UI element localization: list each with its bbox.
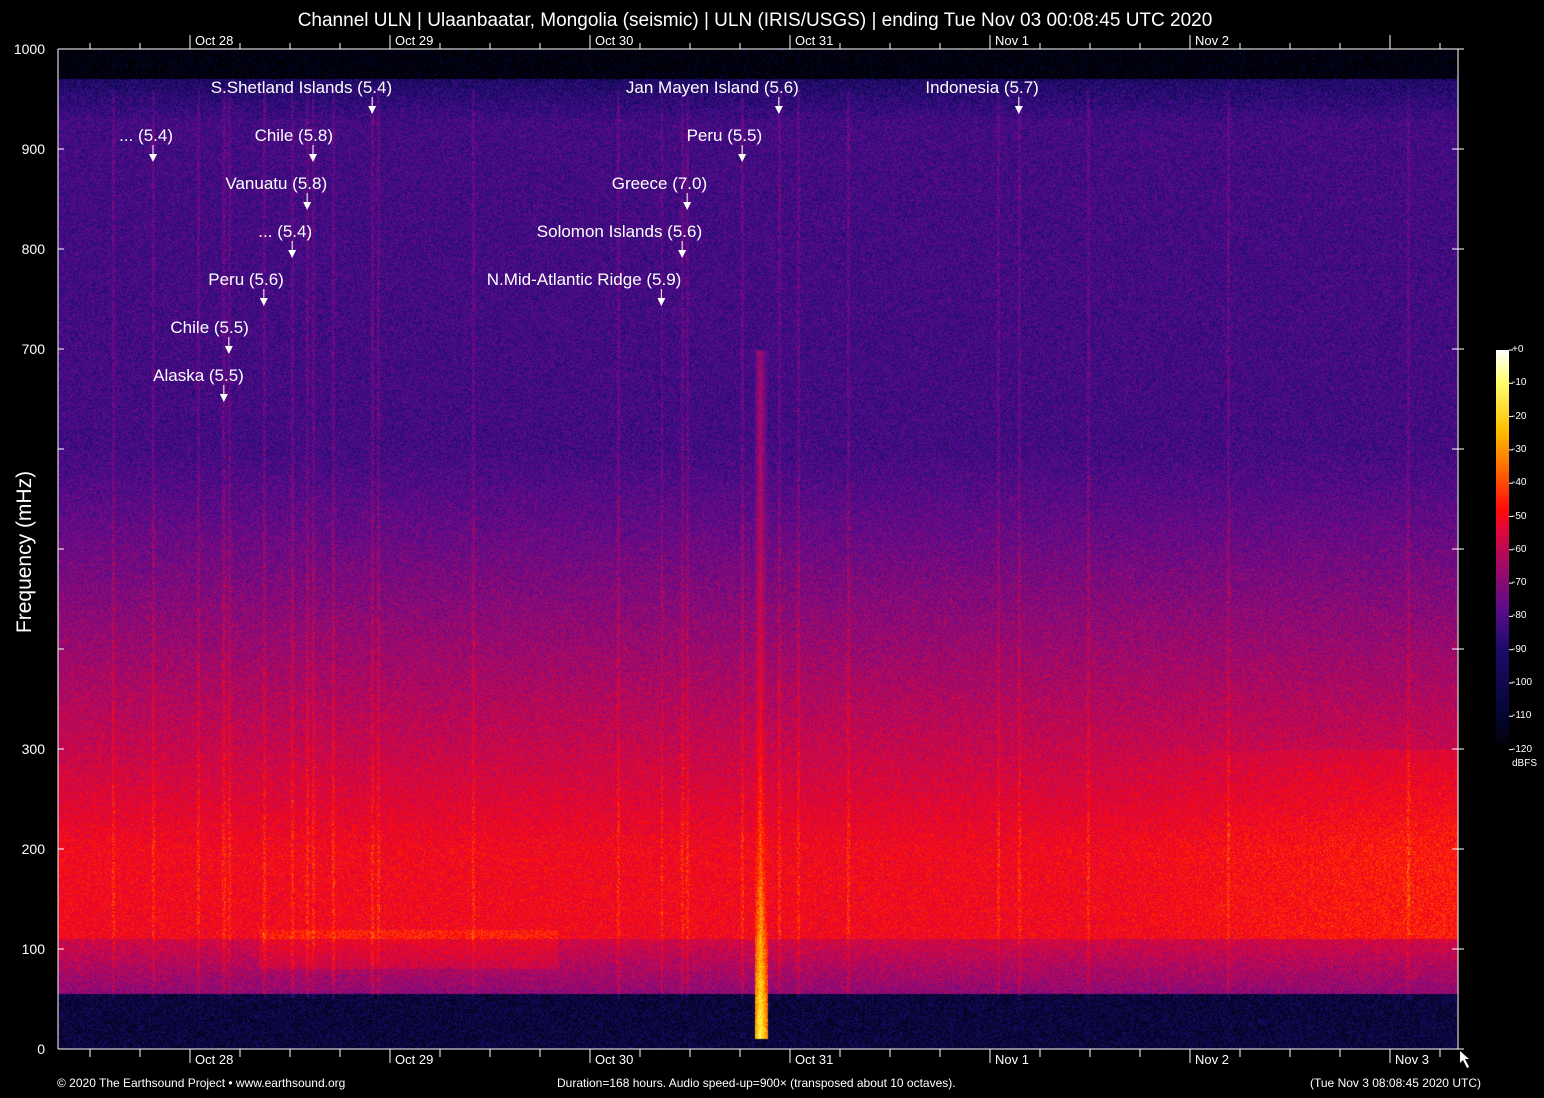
- colorbar-tick-label: -80: [1512, 610, 1526, 621]
- event-arrow-icon: [657, 298, 665, 306]
- copyright: © 2020 The Earthsound Project • www.eart…: [57, 1076, 345, 1090]
- x-tick-label: Oct 29: [395, 1052, 433, 1067]
- event-label: Peru (5.6): [208, 270, 284, 290]
- x-tick-label: Nov 2: [1195, 1052, 1229, 1067]
- y-axis-label: Frequency (mHz): [13, 467, 37, 637]
- y-tick-label: 900: [0, 141, 45, 157]
- event-arrow-icon: [1015, 106, 1023, 114]
- event-arrow-icon: [149, 154, 157, 162]
- colorbar-tick-label: -60: [1512, 544, 1526, 555]
- event-label: ... (5.4): [119, 126, 173, 146]
- colorbar-tick-label: -50: [1512, 511, 1526, 522]
- event-arrow-icon: [260, 298, 268, 306]
- colorbar: [1496, 350, 1509, 750]
- colorbar-tick-label: -40: [1512, 477, 1526, 488]
- x-tick-label: Nov 1: [995, 1052, 1029, 1067]
- mouse-cursor-icon: [1460, 1051, 1469, 1068]
- event-arrow-icon: [368, 106, 376, 114]
- event-label: S.Shetland Islands (5.4): [211, 78, 392, 98]
- y-tick-label: 700: [0, 341, 45, 357]
- x-tick-label-top: Oct 28: [195, 33, 233, 48]
- event-arrow-icon: [288, 250, 296, 258]
- x-tick-label: Nov 3: [1395, 1052, 1429, 1067]
- y-tick-label: 300: [0, 741, 45, 757]
- event-arrow-icon: [775, 106, 783, 114]
- x-tick-label-top: Oct 31: [795, 33, 833, 48]
- event-arrow-icon: [683, 202, 691, 210]
- y-tick-label: 200: [0, 841, 45, 857]
- x-tick-label-top: Nov 1: [995, 33, 1029, 48]
- event-arrow-icon: [220, 394, 228, 402]
- event-label: Solomon Islands (5.6): [537, 222, 702, 242]
- event-arrow-icon: [225, 346, 233, 354]
- x-tick-label: Oct 28: [195, 1052, 233, 1067]
- event-label: Chile (5.8): [255, 126, 333, 146]
- colorbar-tick-label: -120: [1512, 744, 1532, 755]
- event-label: Greece (7.0): [612, 174, 707, 194]
- event-label: Alaska (5.5): [153, 366, 244, 386]
- x-tick-label: Oct 31: [795, 1052, 833, 1067]
- event-label: N.Mid-Atlantic Ridge (5.9): [487, 270, 682, 290]
- event-arrow-icon: [303, 202, 311, 210]
- x-tick-label-top: Oct 29: [395, 33, 433, 48]
- colorbar-tick-label: -20: [1512, 411, 1526, 422]
- y-tick-label: 800: [0, 241, 45, 257]
- axes: [0, 0, 1544, 1098]
- event-arrow-icon: [678, 250, 686, 258]
- duration-info: Duration=168 hours. Audio speed-up=900× …: [557, 1076, 956, 1090]
- event-label: Indonesia (5.7): [925, 78, 1038, 98]
- event-arrow-icon: [738, 154, 746, 162]
- event-label: Vanuatu (5.8): [225, 174, 327, 194]
- end-time: (Tue Nov 3 08:08:45 2020 UTC): [1310, 1076, 1481, 1090]
- colorbar-tick-label: -70: [1512, 577, 1526, 588]
- x-tick-label-top: Nov 2: [1195, 33, 1229, 48]
- event-label: Jan Mayen Island (5.6): [626, 78, 799, 98]
- colorbar-tick-label: -110: [1512, 710, 1531, 721]
- y-tick-label: 0: [0, 1041, 45, 1057]
- event-arrow-icon: [309, 154, 317, 162]
- colorbar-tick-label: -30: [1512, 444, 1526, 455]
- x-tick-label: Oct 30: [595, 1052, 633, 1067]
- colorbar-tick-label: +0: [1512, 344, 1523, 355]
- y-tick-label: 100: [0, 941, 45, 957]
- colorbar-tick-label: -100: [1512, 677, 1532, 688]
- event-label: Peru (5.5): [687, 126, 763, 146]
- event-label: ... (5.4): [258, 222, 312, 242]
- x-tick-label-top: Oct 30: [595, 33, 633, 48]
- colorbar-label: dBFS: [1512, 758, 1537, 769]
- colorbar-tick-label: -10: [1512, 377, 1526, 388]
- y-tick-label: 1000: [0, 41, 45, 57]
- colorbar-tick-label: -90: [1512, 644, 1526, 655]
- event-label: Chile (5.5): [170, 318, 248, 338]
